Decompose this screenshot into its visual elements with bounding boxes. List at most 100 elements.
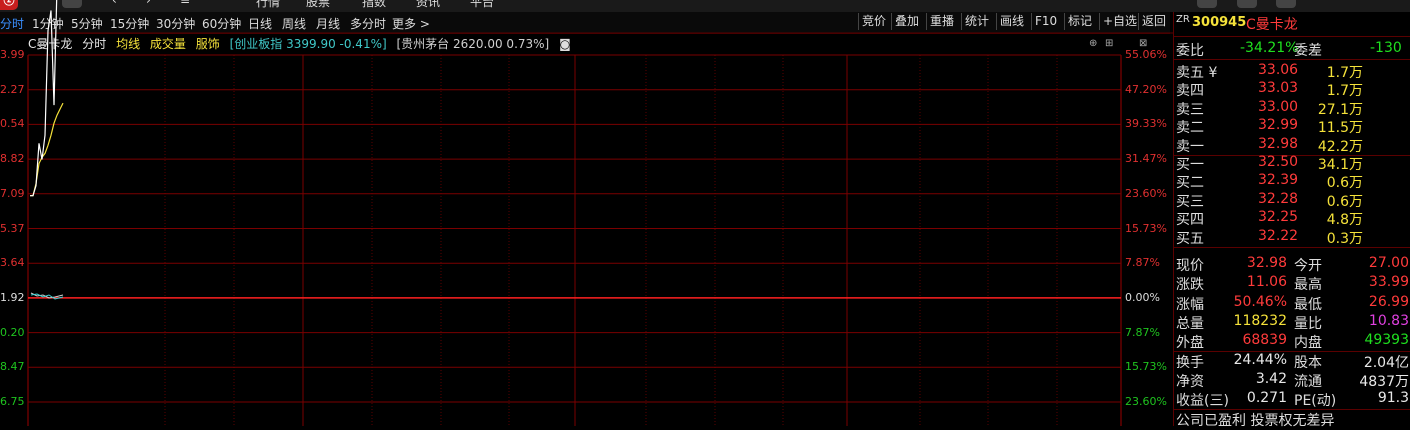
- stat-label: 收益(三): [1176, 393, 1229, 410]
- weibi-label: 委比: [1176, 43, 1204, 59]
- quote-panel: ZR 300945 C曼卡龙 委比 -34.21% 委差 -130 卖五 ¥ 33…: [1173, 12, 1410, 429]
- weicha-value: -130: [1370, 40, 1402, 56]
- sell-volume: 42.2万: [1317, 138, 1363, 155]
- divider: [1174, 59, 1410, 60]
- stat-value: 26.99: [1368, 293, 1409, 310]
- sell-price[interactable]: 33.06: [1258, 62, 1298, 78]
- y-right-tick: 15.73%: [1125, 360, 1167, 374]
- sell-volume: 11.5万: [1317, 120, 1363, 137]
- chart-grid: [0, 32, 1173, 426]
- y-right-tick: 7.87%: [1125, 256, 1160, 270]
- stat-label: 最高: [1294, 277, 1322, 294]
- sell-label: 卖三: [1176, 101, 1204, 118]
- footer-note: 公司已盈利 投票权无差异: [1176, 413, 1335, 429]
- stat-value: 49393: [1364, 332, 1409, 349]
- y-right-tick: 23.60%: [1125, 395, 1167, 408]
- buy-price[interactable]: 32.28: [1258, 191, 1298, 207]
- y-right-tick: 39.33%: [1125, 117, 1167, 131]
- y-right-tick: 31.47%: [1125, 152, 1167, 166]
- buy-label: 买一: [1176, 157, 1204, 173]
- stat-value: 50.46%: [1233, 293, 1287, 310]
- y-left-tick: 7.09: [0, 186, 25, 200]
- sell-price[interactable]: 32.99: [1258, 117, 1298, 133]
- stat-value: 2.04亿: [1363, 354, 1409, 371]
- stat-label: 净资: [1176, 373, 1204, 390]
- stat-value: 33.99: [1368, 274, 1409, 291]
- sell-volume: 27.1万: [1317, 101, 1363, 118]
- y-right-tick: 47.20%: [1125, 82, 1167, 96]
- sell-volume: 1.7万: [1326, 65, 1363, 81]
- buy-volume: 34.1万: [1317, 157, 1363, 173]
- sell-price[interactable]: 32.98: [1258, 136, 1298, 152]
- stat-label: 今开: [1294, 258, 1322, 274]
- stat-label: 股本: [1294, 354, 1322, 371]
- buy-volume: 4.8万: [1326, 212, 1363, 229]
- stat-value: 11.06: [1246, 274, 1287, 291]
- y-left-tick: 3.99: [0, 48, 25, 61]
- stat-label: 量比: [1294, 315, 1322, 332]
- y-right-tick: 15.73%: [1125, 221, 1167, 235]
- y-left-tick: 8.82: [0, 152, 25, 166]
- y-left-tick: 5.37: [0, 221, 25, 235]
- buy-label: 买四: [1176, 212, 1204, 229]
- stat-value: 24.44%: [1233, 351, 1287, 368]
- window-button-icon[interactable]: [1197, 0, 1217, 8]
- sell-label: 卖一: [1176, 138, 1204, 155]
- sell-label: 卖四: [1176, 83, 1204, 100]
- stat-label: 涨幅: [1176, 296, 1204, 313]
- sell-volume: 1.7万: [1326, 83, 1363, 100]
- window-button-icon[interactable]: [1276, 0, 1296, 8]
- stat-label: 最低: [1294, 296, 1322, 313]
- window-button-icon[interactable]: [1237, 0, 1257, 8]
- stat-value: 91.3: [1377, 390, 1409, 407]
- y-left-tick: 8.47: [0, 360, 25, 374]
- buy-price[interactable]: 32.25: [1258, 209, 1298, 225]
- sell-price[interactable]: 33.00: [1258, 99, 1298, 115]
- stat-value: 68839: [1242, 332, 1287, 349]
- buy-label: 买二: [1176, 175, 1204, 192]
- divider: [1174, 36, 1410, 37]
- buy-volume: 0.6万: [1326, 193, 1363, 210]
- weibi-value: -34.21%: [1240, 40, 1299, 56]
- y-right-tick: 23.60%: [1125, 186, 1167, 200]
- weicha-label: 委差: [1294, 43, 1322, 59]
- stat-label: 涨跌: [1176, 277, 1204, 294]
- stat-label: 外盘: [1176, 335, 1204, 352]
- buy-volume: 0.3万: [1326, 230, 1363, 247]
- y-left-tick: 0.20: [0, 325, 25, 339]
- y-right-tick: 55.06%: [1125, 48, 1167, 61]
- intraday-chart[interactable]: [0, 0, 1173, 426]
- stat-value: 118232: [1233, 312, 1287, 329]
- y-left-tick: 3.64: [0, 256, 25, 270]
- y-left-tick: 0.54: [0, 117, 25, 131]
- buy-volume: 0.6万: [1326, 175, 1363, 192]
- stat-label: 现价: [1176, 258, 1204, 274]
- buy-price[interactable]: 32.39: [1258, 172, 1298, 188]
- stat-label: 内盘: [1294, 335, 1322, 352]
- sell-price[interactable]: 33.03: [1258, 80, 1298, 96]
- stock-name-panel: C曼卡龙: [1246, 17, 1298, 33]
- stat-label: PE(动): [1294, 393, 1337, 410]
- stat-value: 4837万: [1359, 373, 1409, 390]
- y-left-tick: 2.27: [0, 82, 25, 96]
- buy-label: 买三: [1176, 193, 1204, 210]
- sell-label: 卖五 ¥: [1176, 65, 1218, 81]
- stat-label: 总量: [1176, 315, 1204, 332]
- stat-value: 3.42: [1255, 370, 1287, 387]
- code-prefix: ZR: [1176, 14, 1190, 25]
- stat-value: 0.271: [1246, 390, 1287, 407]
- stat-value: 27.00: [1368, 255, 1409, 271]
- stat-label: 换手: [1176, 354, 1204, 371]
- stock-code: 300945: [1192, 15, 1247, 30]
- y-left-tick: 1.92: [0, 290, 25, 304]
- stat-value: 10.83: [1368, 312, 1409, 329]
- stat-value: 32.98: [1246, 255, 1287, 271]
- buy-price[interactable]: 32.22: [1258, 228, 1298, 244]
- sell-label: 卖二: [1176, 120, 1204, 137]
- y-right-tick: 0.00%: [1125, 290, 1160, 304]
- buy-price[interactable]: 32.50: [1258, 154, 1298, 170]
- price-line: [30, 0, 58, 197]
- stat-label: 流通: [1294, 373, 1322, 390]
- y-left-tick: 6.75: [0, 395, 25, 408]
- avg-price-line: [30, 102, 64, 197]
